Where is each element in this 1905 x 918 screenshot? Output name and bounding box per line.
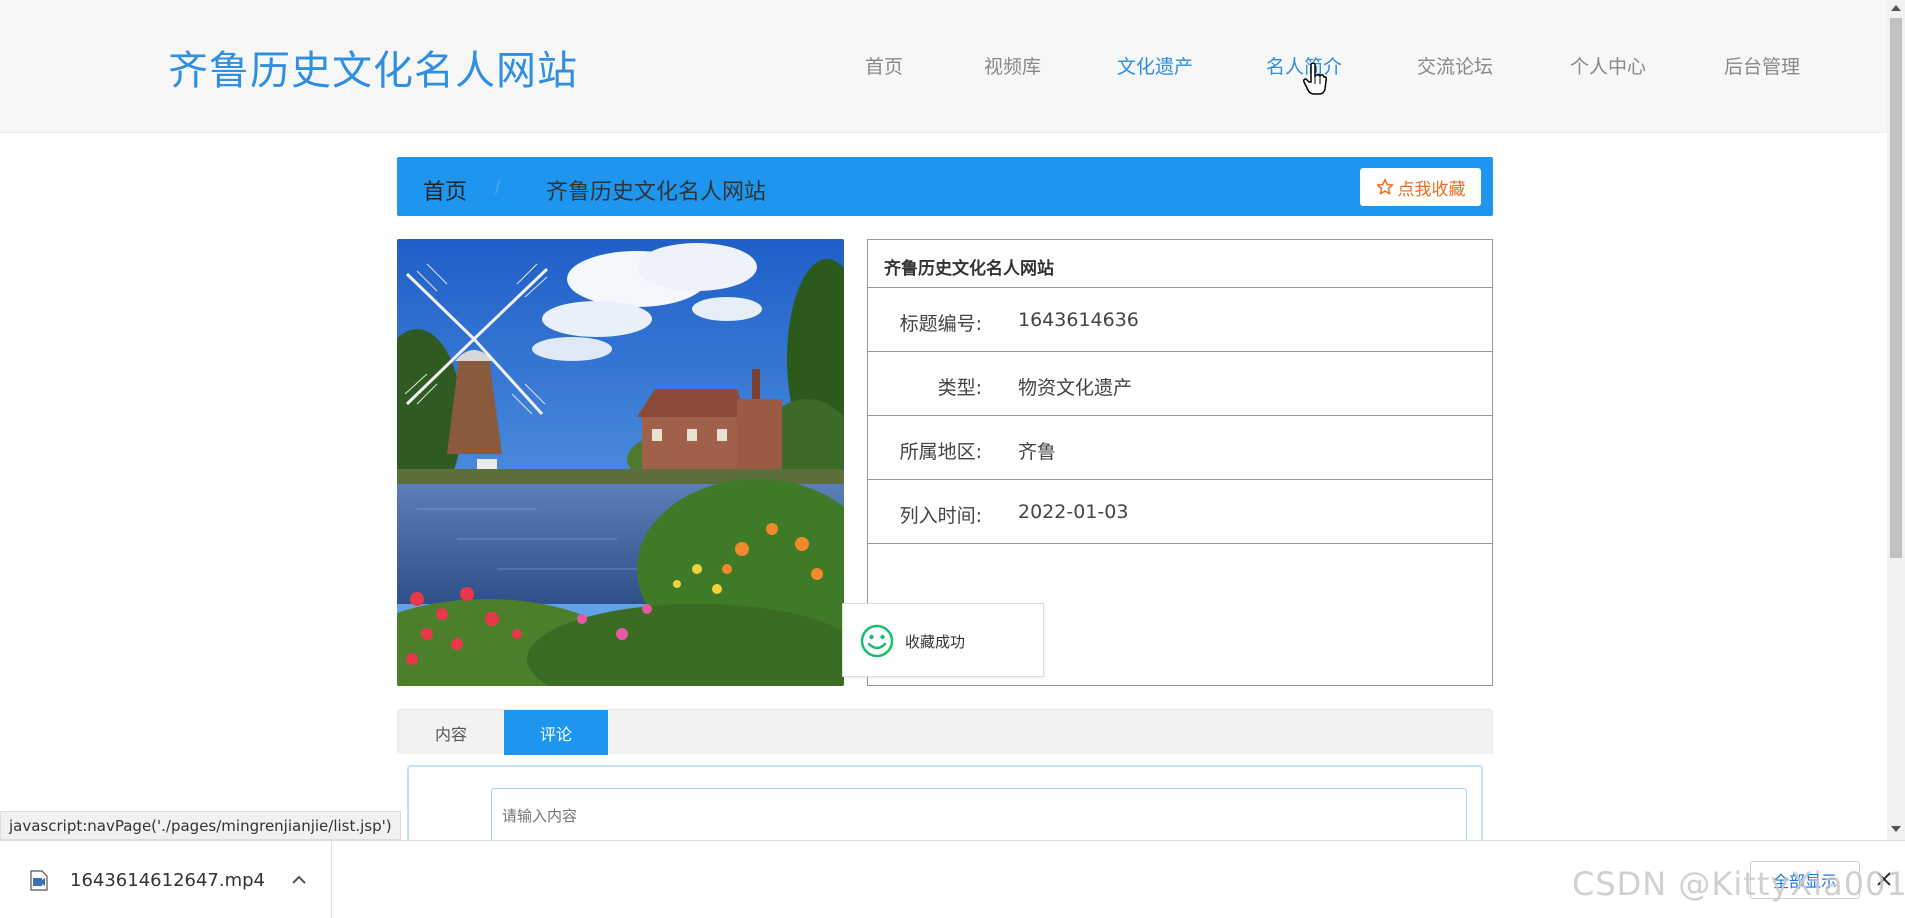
nav-item-personal-center[interactable]: 个人中心 (1570, 52, 1646, 79)
page-scrollbar[interactable] (1887, 0, 1905, 840)
detail-value: 1643614636 (1018, 309, 1139, 331)
detail-label: 类型: (937, 377, 982, 399)
breadcrumb-current: 齐鲁历史文化名人网站 (546, 180, 767, 205)
video-file-icon (30, 870, 48, 891)
detail-title: 齐鲁历史文化名人网站 (868, 240, 1492, 288)
smiley-icon (860, 624, 894, 658)
content-tabs: 内容 评论 (397, 709, 1493, 755)
watermark: CSDN @KittyXia001 (1572, 865, 1905, 903)
toast-message: 收藏成功 (905, 633, 966, 651)
detail-label: 列入时间: (899, 505, 982, 527)
site-header: 齐鲁历史文化名人网站 首页 视频库 文化遗产 名人简介 交流论坛 个人中心 后台… (0, 0, 1887, 133)
detail-row: 类型: 物资文化遗产 (868, 352, 1492, 416)
detail-row: 所属地区: 齐鲁 (868, 416, 1492, 480)
favorite-button[interactable]: 点我收藏 (1360, 168, 1481, 206)
site-title[interactable]: 齐鲁历史文化名人网站 (168, 38, 578, 96)
download-item[interactable]: 1643614612647.mp4 (0, 841, 332, 918)
status-bar-url: javascript:navPage('./pages/mingrenjianj… (0, 811, 401, 840)
star-icon (1376, 178, 1393, 195)
detail-value: 2022-01-03 (1018, 501, 1129, 523)
nav-item-forum[interactable]: 交流论坛 (1417, 52, 1493, 79)
scroll-down-arrow-icon[interactable] (1891, 826, 1901, 832)
scroll-thumb[interactable] (1890, 18, 1902, 558)
download-file-name: 1643614612647.mp4 (70, 870, 266, 891)
breadcrumb: 首页 / 齐鲁历史文化名人网站 点我收藏 (397, 157, 1493, 216)
nav-item-cultural-heritage[interactable]: 文化遗产 (1117, 52, 1193, 79)
detail-label: 所属地区: (899, 441, 982, 463)
favorite-button-label: 点我收藏 (1397, 179, 1466, 200)
detail-row: 标题编号: 1643614636 (868, 288, 1492, 352)
tab-comment[interactable]: 评论 (504, 710, 608, 755)
heritage-image (397, 239, 844, 686)
breadcrumb-home[interactable]: 首页 (423, 174, 467, 206)
detail-value: 齐鲁 (1018, 441, 1057, 463)
nav-item-home[interactable]: 首页 (865, 52, 903, 79)
tab-content[interactable]: 内容 (398, 710, 504, 755)
nav-item-admin[interactable]: 后台管理 (1724, 52, 1800, 79)
comment-input[interactable] (491, 788, 1467, 843)
breadcrumb-separator: / (495, 177, 501, 196)
success-toast: 收藏成功 (842, 603, 1044, 677)
comment-panel (407, 765, 1483, 845)
detail-row: 列入时间: 2022-01-03 (868, 480, 1492, 544)
chevron-up-icon[interactable] (290, 871, 308, 889)
detail-label: 标题编号: (899, 313, 982, 335)
hand-cursor-icon (1303, 62, 1327, 95)
nav-item-video-library[interactable]: 视频库 (984, 52, 1041, 79)
scroll-up-arrow-icon[interactable] (1891, 5, 1901, 11)
detail-value: 物资文化遗产 (1018, 377, 1133, 399)
